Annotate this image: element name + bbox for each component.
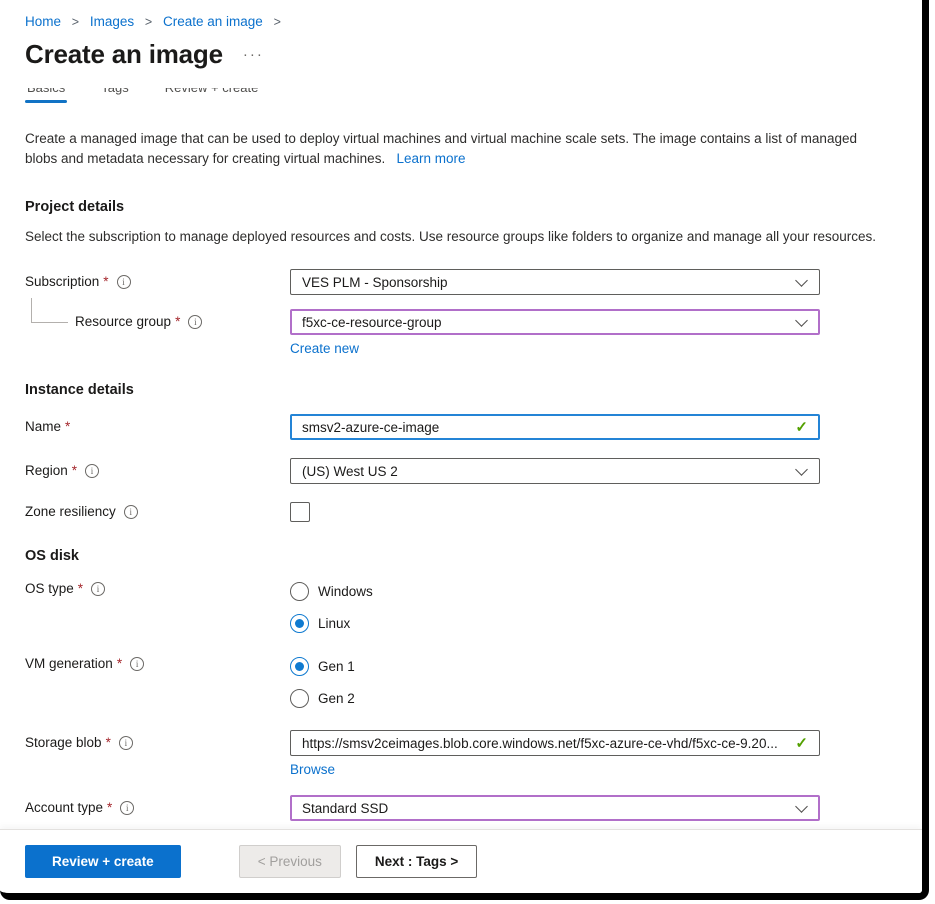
subscription-dropdown[interactable]: VES PLM - Sponsorship: [290, 269, 820, 295]
field-row-zone-resiliency: Zone resiliency i: [25, 502, 897, 522]
field-row-name: Name * ✓: [25, 414, 897, 440]
next-tags-button[interactable]: Next : Tags >: [356, 845, 477, 878]
valid-check-icon: ✓: [795, 418, 808, 436]
required-asterisk: *: [65, 419, 70, 434]
info-icon[interactable]: i: [188, 315, 202, 329]
breadcrumb: Home > Images > Create an image >: [25, 14, 897, 29]
storage-blob-input-wrapper: ✓: [290, 730, 820, 756]
region-value: (US) West US 2: [302, 464, 787, 479]
storage-blob-label: Storage blob: [25, 735, 102, 750]
browse-link[interactable]: Browse: [290, 762, 335, 777]
required-asterisk: *: [107, 800, 112, 815]
page-description: Create a managed image that can be used …: [25, 129, 887, 169]
more-menu-icon[interactable]: ···: [243, 46, 264, 63]
tab-review-create-label: Review + create: [165, 88, 259, 96]
review-create-button[interactable]: Review + create: [25, 845, 181, 878]
name-label: Name: [25, 419, 61, 434]
breadcrumb-separator: >: [72, 15, 79, 29]
subscription-value: VES PLM - Sponsorship: [302, 275, 787, 290]
required-asterisk: *: [175, 314, 180, 329]
os-type-option-windows[interactable]: Windows: [290, 582, 820, 601]
previous-button[interactable]: < Previous: [239, 845, 341, 878]
radio-gen1[interactable]: [290, 657, 309, 676]
resource-group-dropdown[interactable]: f5xc-ce-resource-group: [290, 309, 820, 335]
page-title: Create an image: [25, 39, 223, 70]
os-type-linux-label: Linux: [318, 616, 350, 631]
info-icon[interactable]: i: [119, 736, 133, 750]
region-dropdown[interactable]: (US) West US 2: [290, 458, 820, 484]
zone-resiliency-checkbox[interactable]: [290, 502, 310, 522]
field-row-vm-generation: VM generation * i Gen 1 Gen 2: [25, 655, 897, 708]
tab-basics-label: Basics: [27, 88, 65, 96]
tab-bar: Basics Tags Review + create: [25, 88, 897, 103]
instance-form: Name * ✓ Region * i (: [25, 414, 897, 522]
breadcrumb-create-an-image[interactable]: Create an image: [163, 14, 263, 29]
tab-review-create[interactable]: Review + create: [163, 88, 261, 103]
required-asterisk: *: [103, 274, 108, 289]
zone-resiliency-label: Zone resiliency: [25, 504, 116, 519]
os-type-windows-label: Windows: [318, 584, 373, 599]
breadcrumb-separator: >: [274, 15, 281, 29]
tab-tags[interactable]: Tags: [99, 88, 130, 103]
os-disk-form: OS type * i Windows Linux: [25, 580, 897, 821]
resource-group-connector-line: [31, 298, 68, 323]
vm-generation-gen2-label: Gen 2: [318, 691, 355, 706]
chevron-down-icon: [795, 800, 808, 813]
field-row-region: Region * i (US) West US 2: [25, 458, 897, 484]
account-type-value: Standard SSD: [302, 801, 787, 816]
resource-group-label: Resource group: [75, 314, 171, 329]
name-input-wrapper: ✓: [290, 414, 820, 440]
breadcrumb-images[interactable]: Images: [90, 14, 134, 29]
required-asterisk: *: [72, 463, 77, 478]
field-row-resource-group: Resource group * i f5xc-ce-resource-grou…: [25, 309, 897, 358]
breadcrumb-home[interactable]: Home: [25, 14, 61, 29]
breadcrumb-separator: >: [145, 15, 152, 29]
name-input[interactable]: [302, 420, 785, 435]
info-icon[interactable]: i: [120, 801, 134, 815]
create-new-link[interactable]: Create new: [290, 341, 359, 356]
field-row-os-type: OS type * i Windows Linux: [25, 580, 897, 633]
vm-generation-label: VM generation: [25, 656, 113, 671]
vm-generation-gen1-label: Gen 1: [318, 659, 355, 674]
field-row-storage-blob: Storage blob * i ✓ Browse: [25, 730, 897, 779]
account-type-dropdown[interactable]: Standard SSD: [290, 795, 820, 821]
project-details-description: Select the subscription to manage deploy…: [25, 227, 880, 247]
section-project-details: Project details: [25, 199, 897, 215]
tab-basics[interactable]: Basics: [25, 88, 67, 103]
field-row-subscription: Subscription * i VES PLM - Sponsorship: [25, 269, 897, 295]
section-instance-details: Instance details: [25, 382, 897, 398]
chevron-down-icon: [795, 463, 808, 476]
tab-tags-label: Tags: [101, 88, 128, 96]
project-form: Subscription * i VES PLM - Sponsorship R…: [25, 269, 897, 358]
vm-generation-option-gen1[interactable]: Gen 1: [290, 657, 820, 676]
info-icon[interactable]: i: [130, 657, 144, 671]
chevron-down-icon: [795, 274, 808, 287]
subscription-label: Subscription: [25, 274, 99, 289]
vm-generation-option-gen2[interactable]: Gen 2: [290, 689, 820, 708]
storage-blob-input[interactable]: [302, 736, 785, 751]
required-asterisk: *: [78, 581, 83, 596]
learn-more-link[interactable]: Learn more: [396, 151, 465, 166]
radio-windows[interactable]: [290, 582, 309, 601]
os-type-label: OS type: [25, 581, 74, 596]
radio-linux[interactable]: [290, 614, 309, 633]
required-asterisk: *: [106, 735, 111, 750]
resource-group-value: f5xc-ce-resource-group: [302, 315, 787, 330]
account-type-label: Account type: [25, 800, 103, 815]
info-icon[interactable]: i: [117, 275, 131, 289]
region-label: Region: [25, 463, 68, 478]
create-image-page: Home > Images > Create an image > Create…: [0, 0, 929, 900]
radio-gen2[interactable]: [290, 689, 309, 708]
info-icon[interactable]: i: [85, 464, 99, 478]
footer-action-bar: Review + create < Previous Next : Tags >: [0, 829, 922, 893]
info-icon[interactable]: i: [91, 582, 105, 596]
valid-check-icon: ✓: [795, 734, 808, 752]
os-type-option-linux[interactable]: Linux: [290, 614, 820, 633]
chevron-down-icon: [795, 314, 808, 327]
info-icon[interactable]: i: [124, 505, 138, 519]
required-asterisk: *: [117, 656, 122, 671]
field-row-account-type: Account type * i Standard SSD: [25, 795, 897, 821]
section-os-disk: OS disk: [25, 548, 897, 564]
